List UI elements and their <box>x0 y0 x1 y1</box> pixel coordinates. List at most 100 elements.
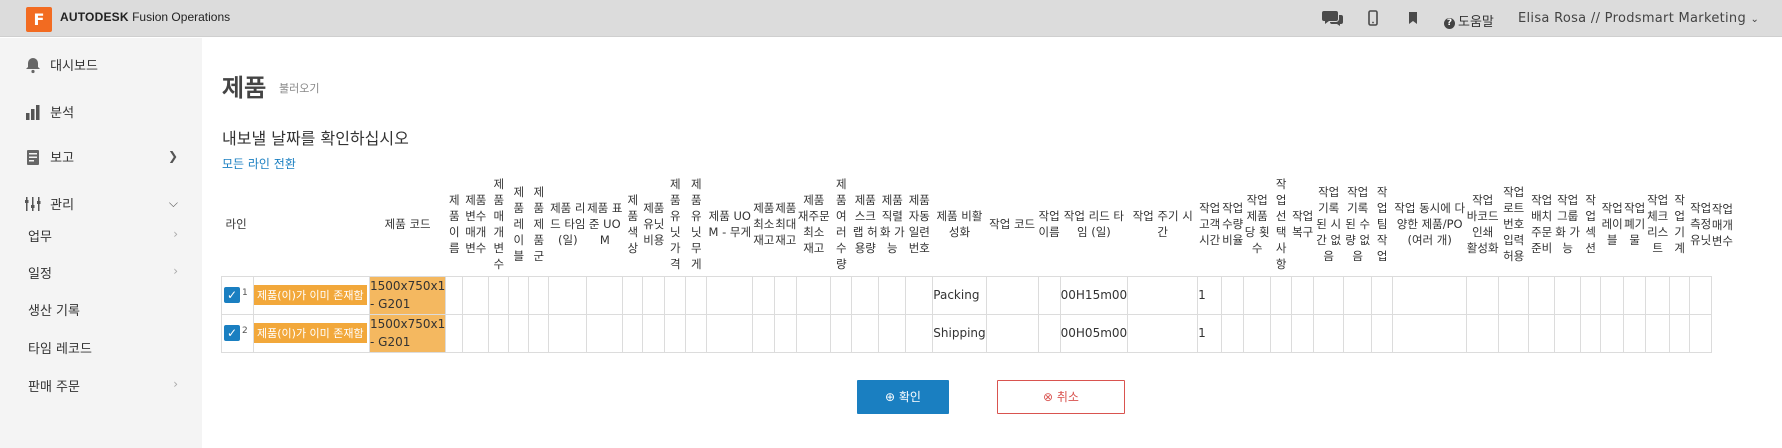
cycle-time-cell[interactable]: 00H15m00 <box>1059 275 1129 315</box>
sidebar-item-dashboard[interactable]: 대시보드 <box>24 55 98 74</box>
header-cell: 작업 이름 <box>1038 209 1060 240</box>
mobile-icon[interactable] <box>1368 10 1378 26</box>
help-icon: ? <box>1444 18 1455 29</box>
header-op-code: 작업 코드 <box>989 217 1036 232</box>
sidebar-item-reports[interactable]: 보고 <box>24 147 74 166</box>
sidebar-item-production-records[interactable]: 생산 기록 <box>28 300 80 319</box>
app-title: AUTODESK Fusion Operations <box>60 10 231 24</box>
header-cell: 작업 체크리스트 <box>1647 193 1669 256</box>
header-cell: 제품 여러 수량 <box>835 177 847 272</box>
header-cell: 작업 레이블 <box>1601 201 1623 248</box>
import-table: 라인 제품 코드 제품 이름 제품 변수 매개 변수 제품 매개 변수 제품 레… <box>221 173 1734 353</box>
product-code-cell[interactable]: 1500x750x1 - G201 <box>368 275 447 315</box>
line-cell: ✓ 1 <box>221 275 254 315</box>
cycle-time-cell[interactable]: 00H05m00 <box>1059 313 1129 353</box>
chevron-right-icon: › <box>173 264 178 278</box>
status-badge: 제품(이)가 이미 존재함 <box>254 285 367 305</box>
sidebar-item-tasks[interactable]: 업무 <box>28 226 52 245</box>
header-cell: 작업 매개 변수 <box>1711 201 1733 248</box>
header-cell: 작업 기록된 수량 없음 <box>1345 185 1371 264</box>
chevron-right-icon: ❯ <box>167 149 178 163</box>
chevron-right-icon: › <box>173 227 178 241</box>
header-cell: 작업 바코드 인쇄 활성화 <box>1466 193 1499 256</box>
ok-icon: ⊕ <box>885 390 896 404</box>
header-cell: 작업 기계 <box>1674 193 1685 256</box>
header-cell: 작업 팀 작업 <box>1376 185 1388 264</box>
bookmark-icon[interactable] <box>1408 12 1418 24</box>
table-row: ✓ 2 제품(이)가 이미 존재함 1500x750x1 - G201 Shipp… <box>221 313 1734 353</box>
header-cell: 작업 동시에 다양한 제품/PO(여러 개) <box>1394 201 1466 248</box>
status-cell: 제품(이)가 이미 존재함 <box>253 313 370 353</box>
header-cell: 작업 복구 <box>1292 209 1314 240</box>
header-cell: 제품 UOM - 무게 <box>708 209 752 240</box>
cancel-button[interactable]: ⊗ 취소 <box>997 380 1125 414</box>
table-row: ✓ 1 제품(이)가 이미 존재함 1500x750x1 - G201 Packi… <box>221 275 1734 315</box>
qty-ratio-cell[interactable]: 1 <box>1197 313 1223 353</box>
header-cell: 제품 리드 타임 (일) <box>550 201 586 248</box>
header-cell: 제품 비활성화 <box>936 209 983 240</box>
bar-chart-icon <box>26 105 40 120</box>
chat-icon[interactable] <box>1322 9 1344 27</box>
header-cell: 작업 선택 사항 <box>1275 177 1287 272</box>
header-cell: 제품 최소 재고 <box>753 201 775 248</box>
chevron-right-icon: › <box>173 377 178 391</box>
main-content: 제품 불러오기 내보낼 날짜를 확인하십시오 모든 라인 전환 라인 제품 코드… <box>202 38 1782 448</box>
page-subtitle: 불러오기 <box>279 82 320 95</box>
toggle-all-lines-link[interactable]: 모든 라인 전환 <box>222 155 296 172</box>
manage-icon <box>25 197 41 211</box>
sidebar-item-time-records[interactable]: 타임 레코드 <box>28 338 92 357</box>
header-cell: 제품 재주문 최소 재고 <box>797 193 830 256</box>
sidebar: 대시보드 분석 보고 ❯ 관리 ⌵ 업무 › 일정 › 생산 기록 타임 레코드… <box>0 38 202 448</box>
bell-icon <box>26 58 40 74</box>
row-checkbox[interactable]: ✓ <box>224 325 240 341</box>
row-checkbox[interactable]: ✓ <box>224 287 240 303</box>
product-code-cell[interactable]: 1500x750x1 - G201 <box>368 313 447 353</box>
header-cell: 제품 제품군 <box>533 185 545 264</box>
header-cell: 제품 이름 <box>448 193 460 256</box>
cancel-icon: ⊗ <box>1043 390 1054 404</box>
top-bar: F AUTODESK Fusion Operations ? 도움말 Elisa … <box>0 0 1782 37</box>
header-cell: 작업 리드 타임 (일) <box>1063 209 1125 240</box>
chevron-down-icon: ⌵ <box>168 196 178 210</box>
header-cell: 작업 로트 번호 입력 허용 <box>1503 185 1525 264</box>
ok-button[interactable]: ⊕ 확인 <box>857 380 949 414</box>
header-cell: 제품 표준 UOM <box>587 201 623 248</box>
app-logo[interactable]: F <box>26 7 52 32</box>
report-icon <box>27 150 39 165</box>
header-cell: 작업 그룹화 가능 <box>1555 193 1581 256</box>
chevron-down-icon: ⌄ <box>1750 14 1760 25</box>
op-code-cell[interactable]: Packing <box>932 275 987 315</box>
header-cell: 작업 배치 주문 준비 <box>1531 193 1553 256</box>
qty-ratio-cell[interactable]: 1 <box>1197 275 1223 315</box>
op-code-cell[interactable]: Shipping <box>932 313 987 353</box>
header-cell: 제품 변수 매개 변수 <box>465 193 487 256</box>
header-cell: 작업 고객 시간 <box>1199 201 1221 248</box>
header-cell: 작업 기록된 시간 없음 <box>1316 185 1342 264</box>
header-cycle-time: 작업 주기 시간 <box>1132 209 1193 240</box>
page-title: 제품 <box>222 74 267 102</box>
sidebar-item-sales-orders[interactable]: 판매 주문 <box>28 376 80 395</box>
header-cell: 제품 레이블 <box>513 185 525 264</box>
help-link[interactable]: ? 도움말 <box>1444 11 1494 30</box>
header-cell: 작업 섹션 <box>1585 193 1596 256</box>
line-cell: ✓ 2 <box>221 313 254 353</box>
header-cell: 제품 스크랩 허용량 <box>852 193 878 256</box>
sidebar-item-analytics[interactable]: 분석 <box>24 102 74 121</box>
header-cell: 제품 색상 <box>627 193 639 256</box>
confirm-heading: 내보낼 날짜를 확인하십시오 <box>222 129 409 148</box>
header-cell: 제품 유닛 비용 <box>643 201 665 248</box>
user-menu[interactable]: Elisa Rosa // Prodsmart Marketing ⌄ <box>1518 11 1759 26</box>
header-cell: 제품 유닛 무게 <box>690 177 702 272</box>
header-cell: 제품 최대 재고 <box>775 201 797 248</box>
header-cell: 작업 측정 유닛 <box>1690 201 1712 248</box>
header-cell: 작업 폐기물 <box>1624 201 1646 248</box>
header-qty-ratio: 작업 수량 비율 <box>1222 201 1244 248</box>
header-product-code: 제품 코드 <box>384 217 431 232</box>
status-badge: 제품(이)가 이미 존재함 <box>254 323 367 343</box>
header-cell: 제품 직렬화 가능 <box>879 193 905 256</box>
sidebar-item-manage[interactable]: 관리 <box>24 194 74 213</box>
header-line: 라인 <box>225 217 247 232</box>
header-cell: 제품 유닛 가격 <box>669 177 681 272</box>
sidebar-item-schedule[interactable]: 일정 <box>28 263 52 282</box>
status-cell: 제품(이)가 이미 존재함 <box>253 275 370 315</box>
